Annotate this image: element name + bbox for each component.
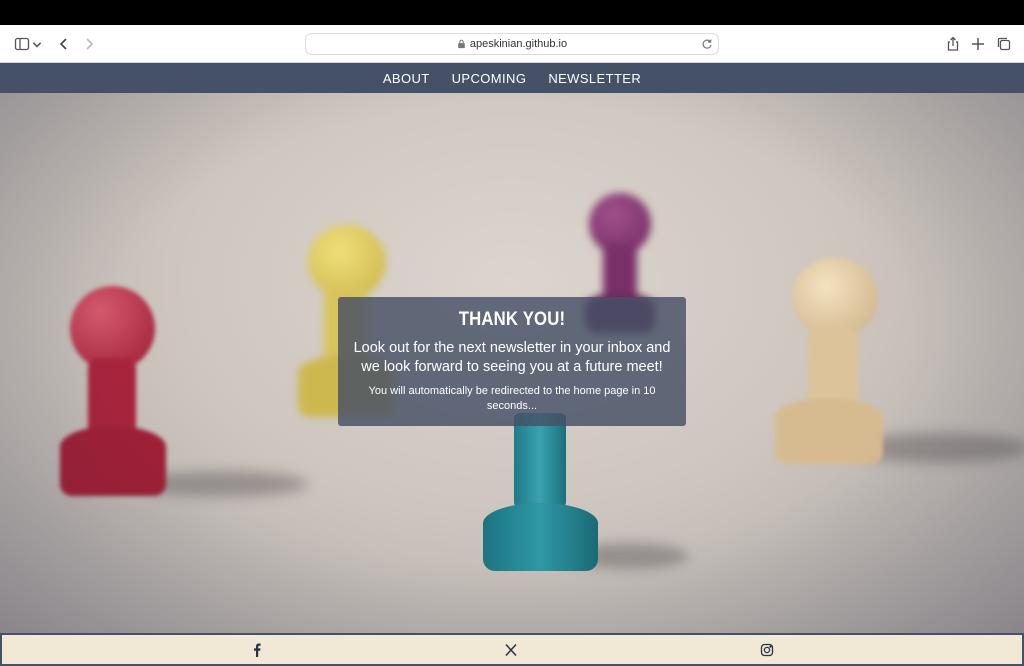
new-tab-icon[interactable] [968,34,988,54]
instagram-icon[interactable] [759,642,775,658]
x-icon[interactable] [503,642,519,658]
back-icon[interactable] [54,34,74,54]
nav-newsletter-link[interactable]: NEWSLETTER [548,71,641,86]
sidebar-toggle-icon[interactable] [12,34,32,54]
reload-icon[interactable] [701,38,713,50]
thank-you-modal: THANK YOU! Look out for the next newslet… [338,297,686,426]
modal-title: THANK YOU! [458,309,566,330]
nav-about-link[interactable]: ABOUT [383,71,430,86]
nav-upcoming-link[interactable]: UPCOMING [452,71,527,86]
modal-message: Look out for the next newsletter in your… [353,340,671,375]
redirect-notice: You will automatically be redirected to … [368,385,656,412]
share-icon[interactable] [943,34,963,54]
chevron-down-icon[interactable] [31,34,43,54]
lock-icon [458,39,465,49]
browser-toolbar: apeskinian.github.io [0,25,1024,63]
tab-overview-icon[interactable] [994,34,1014,54]
site-navigation: ABOUT UPCOMING NEWSLETTER [0,63,1024,93]
site-footer [0,633,1024,666]
address-bar[interactable]: apeskinian.github.io [305,33,719,55]
forward-icon[interactable] [79,34,99,54]
url-text: apeskinian.github.io [469,38,568,50]
top-black-bar [0,0,1024,25]
facebook-icon[interactable] [249,642,265,658]
